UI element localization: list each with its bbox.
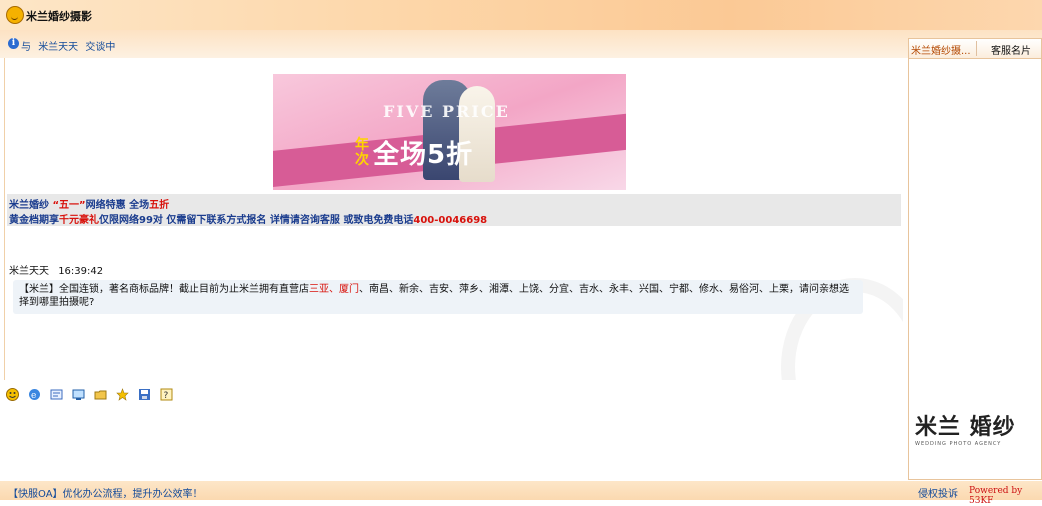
folder-icon[interactable]	[94, 388, 107, 401]
message-input[interactable]	[4, 408, 902, 480]
help-icon[interactable]: ?	[160, 388, 173, 401]
announce-line1: 米兰婚纱 “五一”网络特惠 全场五折	[9, 196, 169, 211]
banner-year: 年 次	[355, 137, 369, 168]
announce-discount: 五折	[149, 200, 170, 211]
info-icon: i	[8, 38, 19, 49]
screenshot-icon[interactable]	[72, 388, 85, 401]
brand-logo: 米兰 婚纱 WEDDING PHOTO AGENCY	[915, 409, 1039, 461]
message-bubble: 【米兰】全国连锁，著名商标品牌！截止目前为止米兰拥有直营店三亚、厦门、南昌、新余…	[13, 280, 863, 314]
announcement: 米兰婚纱 “五一”网络特惠 全场五折 黄金档期享千元豪礼仅限网络99对 仅需留下…	[7, 194, 901, 226]
agent-name: 米兰天天	[38, 42, 79, 53]
announce-gift: 千元豪礼	[59, 215, 99, 226]
banner-headline: 全场5折	[373, 140, 474, 170]
window-title: 米兰婚纱摄影	[26, 10, 92, 23]
brand-tagline: WEDDING PHOTO AGENCY	[915, 441, 1002, 447]
smiley-logo-icon	[6, 6, 24, 24]
message-time: 16:39:42	[58, 266, 104, 277]
announce-offer: 网络特惠 全场	[85, 200, 150, 211]
message-sender: 米兰天天	[9, 266, 49, 277]
promo-banner[interactable]: FIVE PRICE 年 次 全场5折	[273, 74, 626, 190]
bottom-bar: 【快服OA】优化办公流程，提升办公效率！ 侵权投诉 Powered by 53K…	[0, 481, 1042, 506]
talk-prefix: 与	[21, 42, 31, 53]
save-icon[interactable]	[138, 388, 151, 401]
chat-status-bar: i 与 米兰天天 交谈中	[0, 30, 1042, 58]
message-text-a: 【米兰】全国连锁，著名商标品牌！截止目前为止米兰拥有直营店	[19, 284, 309, 295]
star-icon[interactable]	[116, 388, 129, 401]
powered-by-link[interactable]: Powered by 53KF	[969, 486, 1042, 506]
chat-status-text: 与 米兰天天 交谈中	[21, 38, 115, 53]
announce-gold: 黄金档期享	[9, 215, 59, 226]
talk-suffix: 交谈中	[85, 42, 116, 53]
tab-agent-card[interactable]: 客服名片	[991, 42, 1031, 57]
browser-icon[interactable]: e	[28, 388, 41, 401]
announce-holiday: “五一”	[52, 200, 86, 211]
chat-toolbar: e ?	[4, 384, 364, 406]
announce-brand: 米兰婚纱	[9, 200, 49, 211]
complaint-link[interactable]: 侵权投诉	[918, 485, 958, 500]
announce-line2: 黄金档期享千元豪礼仅限网络99对 仅需留下联系方式报名 详情请咨询客服 或致电免…	[9, 211, 487, 226]
svg-text:?: ?	[164, 391, 169, 401]
message-header: 米兰天天 16:39:42	[9, 262, 103, 277]
right-panel: 米兰婚纱摄... 客服名片 米兰 婚纱 WEDDING PHOTO AGENCY	[908, 38, 1042, 480]
message-cities: 三亚、厦门	[309, 284, 359, 295]
chat-history[interactable]: FIVE PRICE 年 次 全场5折 米兰婚纱 “五一”网络特惠 全场五折 黄…	[4, 58, 903, 380]
right-tabs: 米兰婚纱摄... 客服名片	[909, 39, 1041, 59]
title-bar: 米兰婚纱摄影	[0, 0, 1042, 30]
note-icon[interactable]	[50, 388, 63, 401]
banner-english: FIVE PRICE	[383, 102, 510, 121]
svg-text:e: e	[31, 391, 36, 401]
smiley-icon[interactable]	[6, 388, 19, 401]
brand-name: 米兰 婚纱	[915, 414, 1016, 440]
announce-details: 仅限网络99对 仅需留下联系方式报名 详情请咨询客服 或致电免费电话	[99, 215, 414, 226]
announce-phone[interactable]: 400-0046698	[413, 215, 487, 226]
tab-company[interactable]: 米兰婚纱摄...	[911, 42, 971, 57]
tab-divider	[976, 41, 977, 56]
oa-ad-link[interactable]: 【快服OA】优化办公流程，提升办公效率！	[8, 485, 203, 500]
